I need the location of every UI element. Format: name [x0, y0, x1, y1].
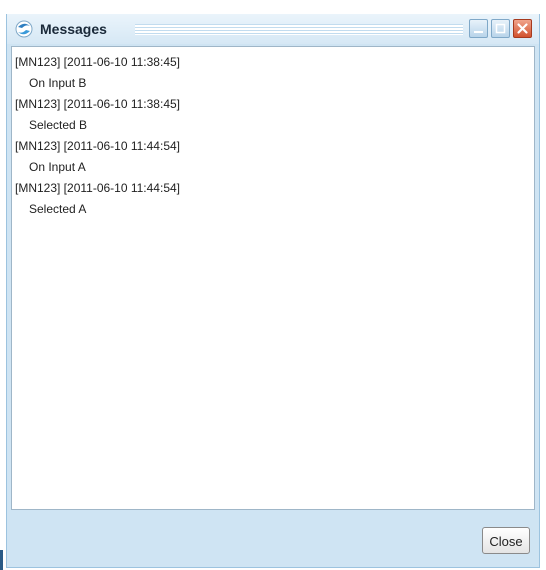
message-header: [MN123] [2011-06-10 11:44:54]: [15, 181, 180, 195]
minimize-icon: [474, 31, 483, 33]
message-text: On Input A: [29, 160, 86, 174]
window-title: Messages: [40, 21, 107, 37]
message-list: [MN123] [2011-06-10 11:38:45] On Input B…: [12, 47, 534, 220]
close-icon: [517, 23, 528, 34]
message-header: [MN123] [2011-06-10 11:38:45]: [15, 97, 180, 111]
message-header: [MN123] [2011-06-10 11:38:45]: [15, 55, 180, 69]
messages-window: Messages [MN123] [2011-06-10 11:38:45] O…: [6, 14, 540, 568]
minimize-button[interactable]: [469, 19, 488, 38]
app-orb-icon: [15, 20, 33, 38]
message-header: [MN123] [2011-06-10 11:44:54]: [15, 139, 180, 153]
message-log[interactable]: [MN123] [2011-06-10 11:38:45] On Input B…: [11, 46, 535, 510]
message-text: Selected B: [29, 118, 88, 132]
maximize-icon: [495, 23, 506, 34]
maximize-button[interactable]: [491, 19, 510, 38]
close-window-button[interactable]: [513, 19, 532, 38]
window-edge-accent: [0, 550, 3, 570]
title-bar-rule: [135, 24, 463, 35]
message-text: Selected A: [29, 202, 87, 216]
message-text: On Input B: [29, 76, 87, 90]
title-bar[interactable]: Messages: [7, 14, 539, 44]
close-button[interactable]: Close: [482, 527, 530, 554]
